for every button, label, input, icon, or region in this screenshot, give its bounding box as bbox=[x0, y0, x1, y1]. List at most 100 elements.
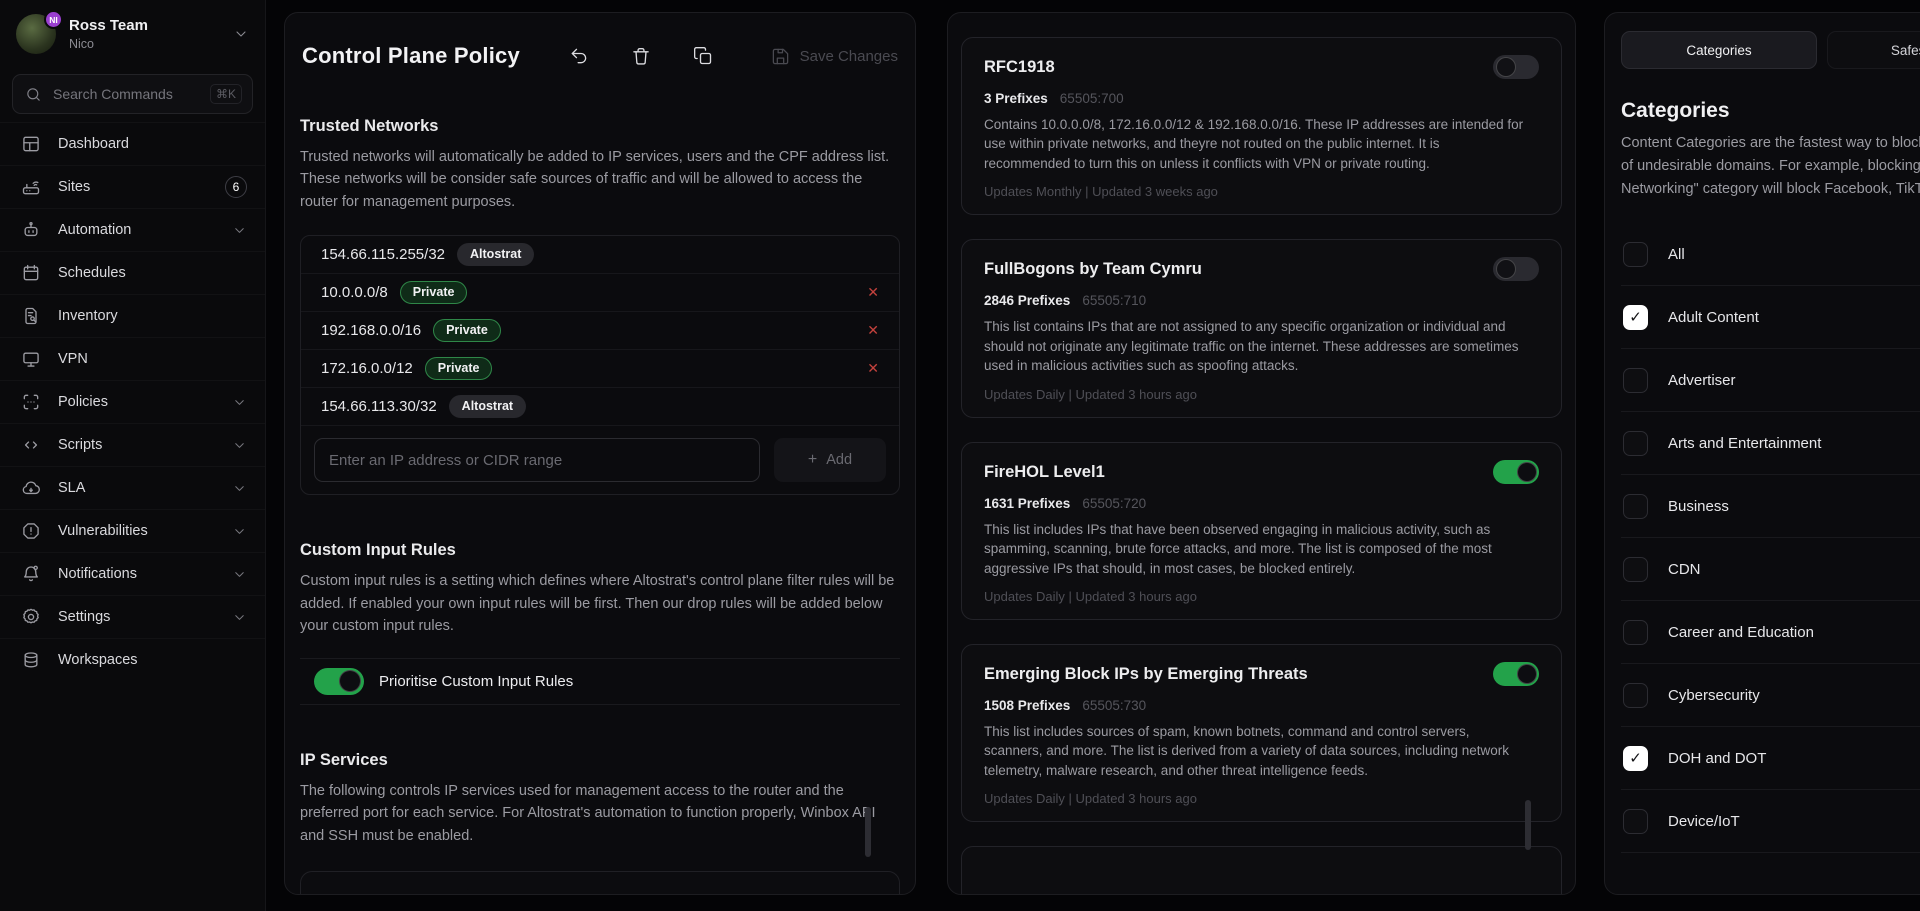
team-switcher[interactable]: NI Ross Team Nico bbox=[0, 0, 265, 66]
category-checkbox[interactable] bbox=[1623, 431, 1648, 456]
sidebar-item-sites[interactable]: Sites 6 bbox=[0, 165, 265, 208]
trusted-networks-heading: Trusted Networks bbox=[300, 117, 900, 136]
search-input[interactable] bbox=[51, 85, 201, 103]
blocklist-card-firehol: FireHOL Level1 1631 Prefixes 65505:720 T… bbox=[961, 442, 1562, 620]
ip-services-heading: IP Services bbox=[300, 751, 900, 770]
cidr-input[interactable] bbox=[314, 438, 760, 482]
category-row-cybersecurity[interactable]: Cybersecurity bbox=[1621, 664, 1920, 727]
category-row-advertiser[interactable]: Advertiser bbox=[1621, 349, 1920, 412]
tab-categories[interactable]: Categories bbox=[1621, 31, 1817, 69]
policy-header: Control Plane Policy Save Changes bbox=[300, 43, 900, 69]
notifications-icon bbox=[21, 564, 41, 584]
categories-list: All Adult Content Advertiser Arts and En… bbox=[1621, 223, 1920, 853]
prioritise-custom-rules-toggle[interactable] bbox=[314, 668, 364, 695]
category-label: Advertiser bbox=[1668, 372, 1736, 389]
sidebar-item-scripts[interactable]: Scripts bbox=[0, 423, 265, 466]
remove-network-button[interactable] bbox=[867, 360, 879, 377]
category-checkbox[interactable] bbox=[1623, 494, 1648, 519]
blocklist-description: Contains 10.0.0.0/8, 172.16.0.0/12 & 192… bbox=[984, 115, 1524, 173]
category-row-cdn[interactable]: CDN bbox=[1621, 538, 1920, 601]
sidebar-item-label: Dashboard bbox=[58, 136, 129, 152]
remove-network-button[interactable] bbox=[867, 284, 879, 301]
blocklist-update-info: Updates Monthly | Updated 3 weeks ago bbox=[984, 184, 1539, 199]
category-label: Adult Content bbox=[1668, 309, 1759, 326]
duplicate-button[interactable] bbox=[693, 46, 713, 66]
sidebar-item-label: Schedules bbox=[58, 265, 126, 281]
sidebar-item-label: Workspaces bbox=[58, 652, 138, 668]
chevron-down-icon bbox=[232, 395, 247, 410]
blocklist-toggle[interactable] bbox=[1493, 460, 1539, 484]
chevron-down-icon bbox=[232, 438, 247, 453]
category-checkbox[interactable] bbox=[1623, 368, 1648, 393]
ip-services-table-clipped bbox=[300, 871, 900, 895]
network-source-badge: Private bbox=[433, 319, 501, 342]
prefix-count: 3 Prefixes bbox=[984, 91, 1048, 106]
trusted-networks-description: Trusted networks will automatically be a… bbox=[300, 146, 900, 213]
remove-network-button[interactable] bbox=[867, 322, 879, 339]
sidebar-item-settings[interactable]: Settings bbox=[0, 595, 265, 638]
bgp-community: 65505:710 bbox=[1082, 293, 1146, 308]
avatar: NI bbox=[16, 14, 56, 54]
schedules-icon bbox=[21, 263, 41, 283]
sidebar-nav: Dashboard Sites 6 Automation Schedules I… bbox=[0, 122, 265, 681]
sidebar-item-inventory[interactable]: Inventory bbox=[0, 294, 265, 337]
category-row-business[interactable]: Business bbox=[1621, 475, 1920, 538]
blocklist-description: This list includes IPs that have been ob… bbox=[984, 520, 1524, 578]
category-checkbox[interactable] bbox=[1623, 242, 1648, 267]
categories-heading: Categories bbox=[1621, 99, 1920, 123]
category-checkbox[interactable] bbox=[1623, 746, 1648, 771]
sidebar-item-notifications[interactable]: Notifications bbox=[0, 552, 265, 595]
sidebar-item-workspaces[interactable]: Workspaces bbox=[0, 638, 265, 681]
network-source-badge: Altostrat bbox=[449, 395, 526, 418]
sidebar-item-policies[interactable]: Policies bbox=[0, 380, 265, 423]
undo-button[interactable] bbox=[569, 46, 589, 66]
category-row-device-iot[interactable]: Device/IoT bbox=[1621, 790, 1920, 853]
sites-icon bbox=[21, 177, 41, 197]
blocklist-toggle[interactable] bbox=[1493, 257, 1539, 281]
category-row-adult-content[interactable]: Adult Content bbox=[1621, 286, 1920, 349]
vulnerabilities-icon bbox=[21, 521, 41, 541]
sidebar-item-vulnerabilities[interactable]: Vulnerabilities bbox=[0, 509, 265, 552]
search-commands-box[interactable]: ⌘K bbox=[12, 74, 253, 114]
add-button-label: Add bbox=[826, 452, 852, 468]
prefix-count: 2846 Prefixes bbox=[984, 293, 1070, 308]
category-row-career-education[interactable]: Career and Education bbox=[1621, 601, 1920, 664]
blocklist-toggle[interactable] bbox=[1493, 662, 1539, 686]
category-row-arts-entertainment[interactable]: Arts and Entertainment bbox=[1621, 412, 1920, 475]
add-network-button[interactable]: + Add bbox=[774, 438, 886, 482]
custom-input-rules-description: Custom input rules is a setting which de… bbox=[300, 570, 900, 637]
blocklist-toggle[interactable] bbox=[1493, 55, 1539, 79]
dashboard-icon bbox=[21, 134, 41, 154]
chevron-down-icon bbox=[232, 524, 247, 539]
network-source-badge: Private bbox=[425, 357, 493, 380]
category-label: Cybersecurity bbox=[1668, 687, 1760, 704]
category-checkbox[interactable] bbox=[1623, 305, 1648, 330]
sidebar-item-schedules[interactable]: Schedules bbox=[0, 251, 265, 294]
scrollbar-thumb[interactable] bbox=[1525, 800, 1531, 850]
sidebar-item-vpn[interactable]: VPN bbox=[0, 337, 265, 380]
sidebar-item-automation[interactable]: Automation bbox=[0, 208, 265, 251]
category-row-doh-dot[interactable]: DOH and DOT bbox=[1621, 727, 1920, 790]
control-plane-policy-panel: Control Plane Policy Save Changes Truste… bbox=[284, 12, 916, 895]
save-changes-button[interactable]: Save Changes bbox=[771, 47, 898, 66]
category-row-all[interactable]: All bbox=[1621, 223, 1920, 286]
cidr-text: 10.0.0.0/8 bbox=[321, 284, 388, 301]
network-source-badge: Altostrat bbox=[457, 243, 534, 266]
sla-icon bbox=[21, 478, 41, 498]
category-label: Device/IoT bbox=[1668, 813, 1740, 830]
toggle-label: Prioritise Custom Input Rules bbox=[379, 673, 573, 690]
blocklist-title: FireHOL Level1 bbox=[984, 463, 1105, 482]
scrollbar-thumb[interactable] bbox=[865, 807, 871, 857]
blocklist-update-info: Updates Daily | Updated 3 hours ago bbox=[984, 387, 1539, 402]
category-checkbox[interactable] bbox=[1623, 809, 1648, 834]
category-checkbox[interactable] bbox=[1623, 683, 1648, 708]
inventory-icon bbox=[21, 306, 41, 326]
category-checkbox[interactable] bbox=[1623, 620, 1648, 645]
tab-safesearch[interactable]: Safesearch bbox=[1827, 31, 1920, 69]
sidebar-item-label: Policies bbox=[58, 394, 108, 410]
delete-button[interactable] bbox=[631, 46, 651, 66]
category-checkbox[interactable] bbox=[1623, 557, 1648, 582]
sidebar-item-dashboard[interactable]: Dashboard bbox=[0, 122, 265, 165]
sidebar-item-label: Sites bbox=[58, 179, 90, 195]
sidebar-item-sla[interactable]: SLA bbox=[0, 466, 265, 509]
